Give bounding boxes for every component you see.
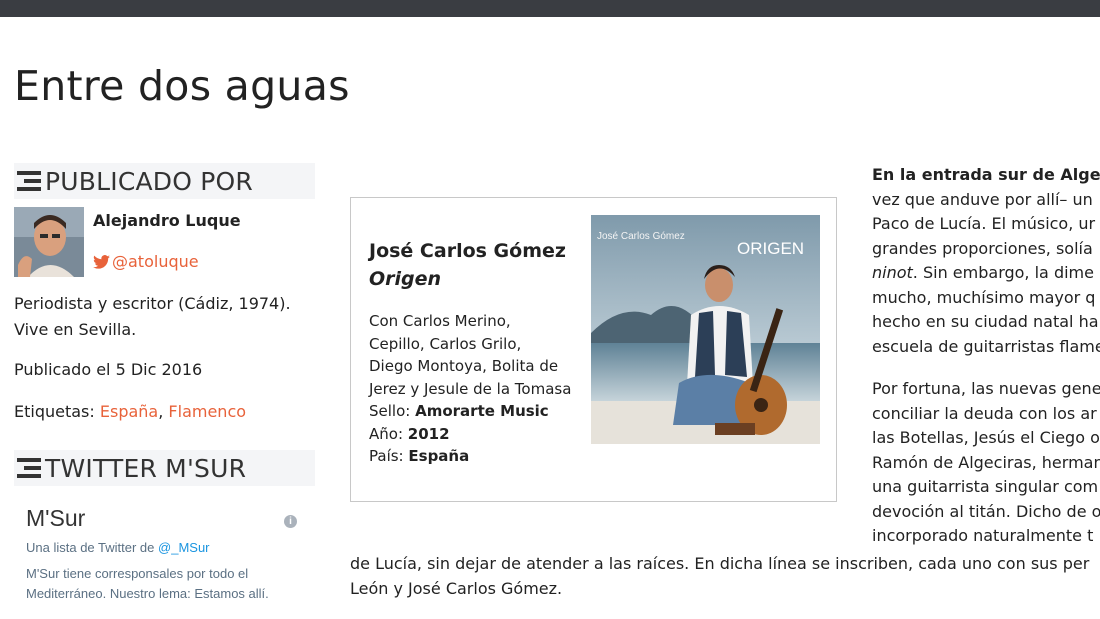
cover-title-text: ORIGEN: [737, 239, 804, 258]
article-line: Paco de Lucía. El músico, ur: [872, 214, 1096, 233]
twitter-bird-icon: [93, 254, 110, 269]
twitter-desc-line: M'Sur tiene corresponsales por todo el: [26, 566, 249, 581]
album-year-key: Año:: [369, 424, 403, 443]
article-line: hecho en su ciudad natal ha: [872, 312, 1099, 331]
article-line: Por fortuna, las nuevas gene: [872, 379, 1100, 398]
album-credit-line: Con Carlos Merino,: [369, 312, 511, 330]
author-name[interactable]: Alejandro Luque: [93, 211, 241, 230]
tags-label: Etiquetas:: [14, 402, 95, 421]
article-line: conciliar la deuda con los ar: [872, 403, 1097, 423]
album-credit-line: Diego Montoya, Bolita de: [369, 357, 559, 375]
article-line: vez que anduve por allí– un: [872, 189, 1093, 209]
article-italic-term: ninot: [872, 263, 913, 282]
album-country-value: España: [408, 447, 470, 465]
author-bio: Periodista y escritor (Cádiz, 1974). Viv…: [14, 291, 291, 343]
article-lead: En la entrada sur de Algec: [872, 165, 1100, 184]
page-title: Entre dos aguas: [14, 62, 350, 110]
published-by-heading-text: PUBLICADO POR: [45, 166, 253, 196]
menu-lines-icon: [17, 458, 41, 478]
article-line-text: . Sin embargo, la dime: [912, 263, 1094, 282]
twitter-desc-line: Mediterráneo. Nuestro lema: Estamos allí…: [26, 586, 269, 601]
album-cover-image: José Carlos Gómez ORIGEN: [591, 215, 820, 444]
article-line: grandes proporciones, solía: [872, 238, 1093, 258]
album-credits: Con Carlos Merino, Cepillo, Carlos Grilo…: [369, 310, 574, 468]
article-paragraph-1: En la entrada sur de Algec vez que anduv…: [872, 163, 1100, 359]
cover-artist-text: José Carlos Gómez: [597, 231, 685, 242]
album-year-row: Año: 2012: [369, 423, 574, 446]
album-label-key: Sello:: [369, 402, 411, 420]
article-line: devoción al titán. Dicho de o: [872, 501, 1100, 521]
article-line: incorporado naturalmente t: [872, 526, 1094, 545]
published-by-heading: PUBLICADO POR: [14, 163, 315, 199]
album-card: José Carlos Gómez Origen Con Carlos Meri…: [350, 197, 837, 502]
article-line: Ramón de Algeciras, herman: [872, 452, 1100, 472]
album-credit-line: Jerez y Jesule de la Tomasa: [369, 379, 572, 398]
article-line: las Botellas, Jesús el Ciego o: [872, 428, 1100, 447]
author-bio-line: Vive en Sevilla.: [14, 320, 137, 339]
twitter-list-prefix: Una lista de Twitter de: [26, 540, 155, 555]
twitter-list-description: M'Sur tiene corresponsales por todo el M…: [26, 564, 306, 604]
menu-lines-icon: [17, 171, 41, 191]
top-bar: [0, 0, 1100, 17]
album-label-row: Sello: Amorarte Music: [369, 400, 574, 423]
twitter-widget: M'Sur i Una lista de Twitter de @_MSur M…: [26, 505, 306, 604]
article-paragraph-2: Por fortuna, las nuevas gene conciliar l…: [872, 377, 1100, 549]
article-line: ninot. Sin embargo, la dime: [872, 261, 1100, 286]
tag-link-flamenco[interactable]: Flamenco: [168, 402, 246, 421]
album-credit-line: Cepillo, Carlos Grilo,: [369, 334, 522, 353]
twitter-widget-title[interactable]: M'Sur: [26, 505, 306, 532]
author-twitter-handle[interactable]: @atoluque: [112, 252, 199, 271]
twitter-list-owner-link[interactable]: @_MSur: [158, 540, 210, 555]
album-title: Origen: [369, 268, 442, 290]
album-year-value: 2012: [407, 424, 450, 443]
tags-separator: ,: [158, 402, 164, 421]
album-artist: José Carlos Gómez: [369, 240, 566, 262]
article-line: León y José Carlos Gómez.: [350, 578, 563, 598]
article-line: de Lucía, sin dejar de atender a las raí…: [350, 554, 1090, 573]
twitter-msur-heading-text: TWITTER M'SUR: [45, 453, 247, 483]
article-paragraph-2-continued: de Lucía, sin dejar de atender a las raí…: [350, 552, 1089, 601]
article-line: escuela de guitarristas flame: [872, 336, 1100, 356]
author-avatar[interactable]: [14, 207, 84, 277]
tags-row: Etiquetas: España, Flamenco: [14, 399, 246, 425]
author-bio-line: Periodista y escritor (Cádiz, 1974).: [14, 294, 291, 313]
tag-link-espana[interactable]: España: [100, 402, 158, 421]
album-country-key: País:: [369, 447, 404, 465]
article-line: una guitarrista singular com: [872, 477, 1099, 496]
author-twitter-link[interactable]: @atoluque: [93, 252, 199, 271]
twitter-list-credit: Una lista de Twitter de @_MSur: [26, 540, 306, 555]
article-line: mucho, muchísimo mayor q: [872, 287, 1096, 307]
album-label-value: Amorarte Music: [415, 402, 549, 420]
twitter-msur-heading: TWITTER M'SUR: [14, 450, 315, 486]
published-date: Publicado el 5 Dic 2016: [14, 360, 203, 379]
album-country-row: País: España: [369, 445, 574, 468]
info-icon[interactable]: i: [284, 515, 297, 528]
